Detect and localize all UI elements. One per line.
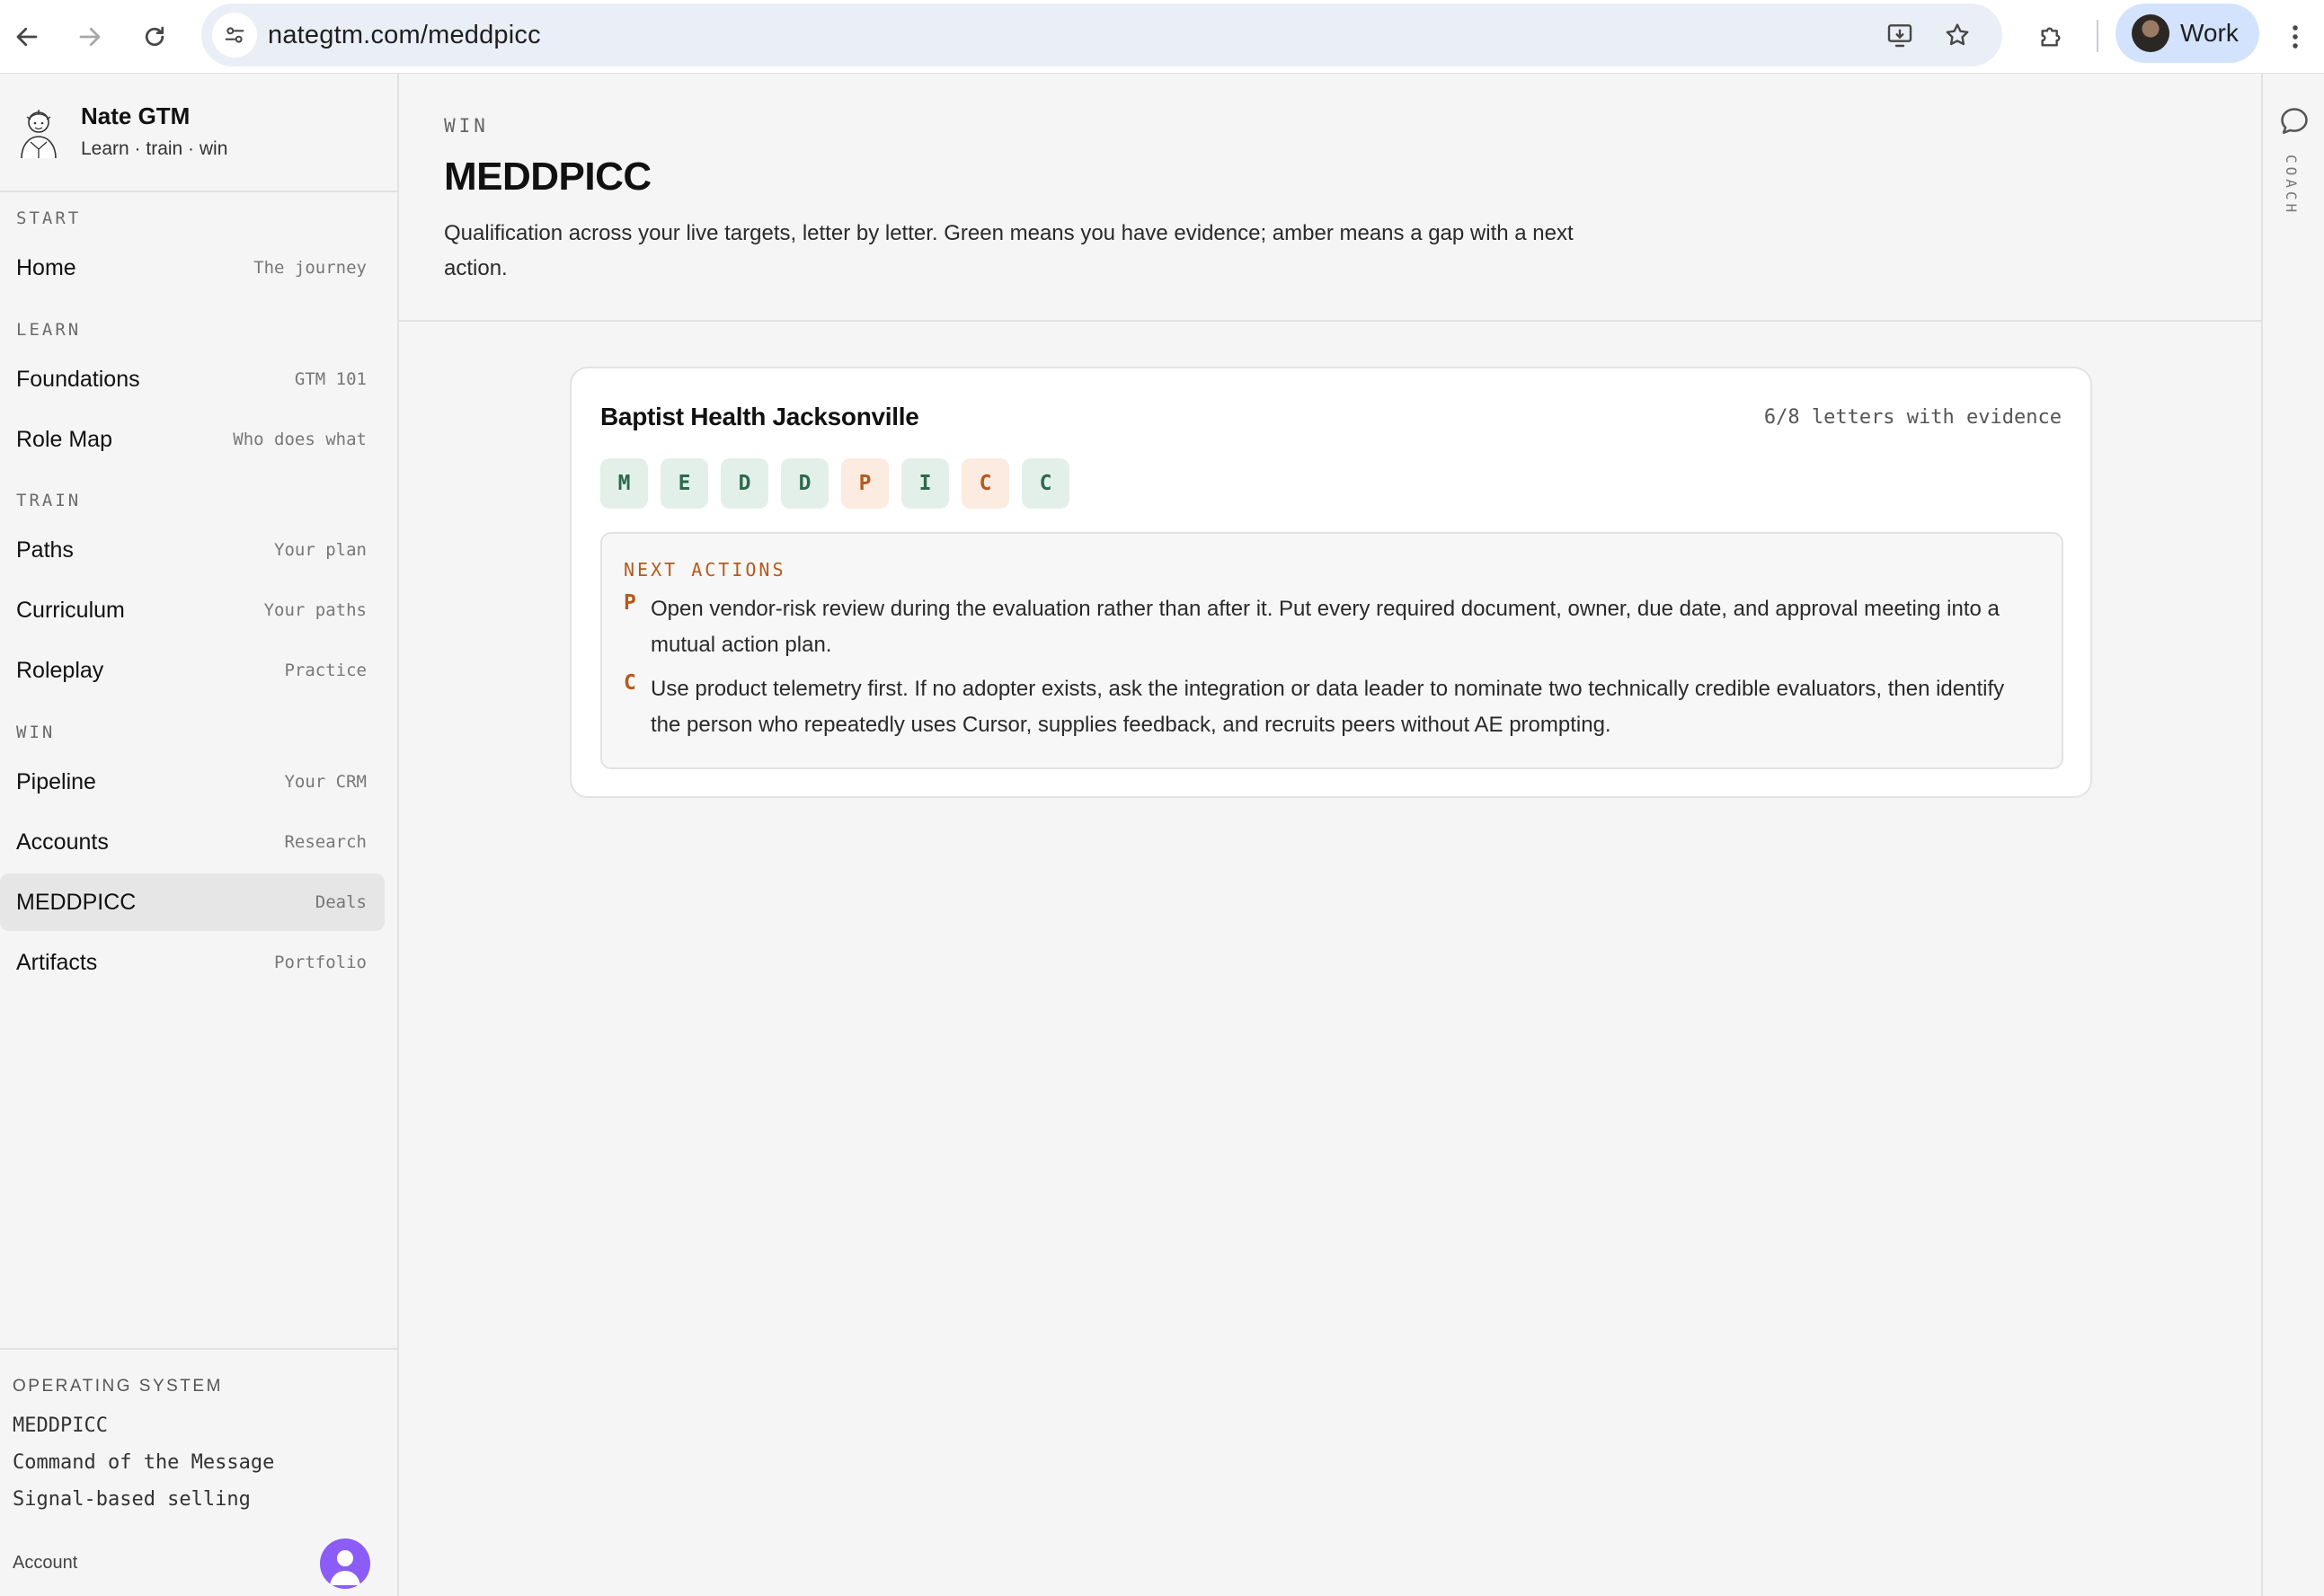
nav-label: MEDDPICC xyxy=(16,890,137,915)
profile-button[interactable]: Work xyxy=(2116,4,2259,63)
operating-system-panel: OPERATING SYSTEM MEDDPICC Command of the… xyxy=(0,1348,397,1596)
profile-label: Work xyxy=(2180,19,2239,47)
address-bar[interactable]: nategtm.com/meddpicc xyxy=(201,4,2002,66)
toolbar-divider xyxy=(2097,20,2098,52)
letter-chip-identify-pain[interactable]: I xyxy=(901,458,949,509)
tune-icon xyxy=(225,27,244,43)
nav-hint: Who does what xyxy=(233,430,367,449)
brand-logo-icon xyxy=(21,110,57,159)
sidebar-item-paths[interactable]: Paths Your plan xyxy=(0,521,385,579)
brand-tagline: Learn · train · win xyxy=(81,138,228,159)
letter-chip-competition[interactable]: C xyxy=(1022,458,1069,509)
arrow-left-icon xyxy=(16,27,38,47)
deal-card: Baptist Health Jacksonville 6/8 letters … xyxy=(570,367,2092,798)
sidebar-item-meddpicc[interactable]: MEDDPICC Deals xyxy=(0,873,385,931)
os-item-meddpicc[interactable]: MEDDPICC xyxy=(13,1414,108,1437)
action-text: Use product telemetry first. If no adopt… xyxy=(651,677,2005,737)
chat-bubble-icon[interactable] xyxy=(2277,104,2311,138)
letter-chip-champion[interactable]: C xyxy=(962,458,1009,509)
next-actions-title: NEXT ACTIONS xyxy=(624,559,786,581)
nav-section-start: START xyxy=(16,208,82,228)
nav-hint: The journey xyxy=(253,258,367,278)
reload-button[interactable] xyxy=(131,13,178,60)
install-app-button[interactable] xyxy=(1878,13,1921,57)
operating-system-title: OPERATING SYSTEM xyxy=(13,1377,223,1396)
reload-icon xyxy=(145,26,164,47)
back-button[interactable] xyxy=(4,13,50,60)
page-title: MEDDPICC xyxy=(444,155,652,199)
next-actions-panel: NEXT ACTIONS P Open vendor-risk review d… xyxy=(600,532,2063,769)
sidebar-item-foundations[interactable]: Foundations GTM 101 xyxy=(0,350,385,408)
user-icon xyxy=(330,1550,360,1585)
extensions-button[interactable] xyxy=(2027,13,2074,60)
sidebar-item-role-map[interactable]: Role Map Who does what xyxy=(0,411,385,468)
meddpicc-letters: M E D D P I C C xyxy=(600,458,1069,509)
main-content: WIN MEDDPICC Qualification across your l… xyxy=(399,74,2261,1596)
nav-hint: Your paths xyxy=(263,600,367,620)
sidebar-item-curriculum[interactable]: Curriculum Your paths xyxy=(0,581,385,639)
star-icon xyxy=(1946,23,1969,46)
sidebar-item-roleplay[interactable]: Roleplay Practice xyxy=(0,642,385,699)
nav-label: Curriculum xyxy=(16,598,125,623)
letter-chip-paper-process[interactable]: P xyxy=(841,458,889,509)
page-description: Qualification across your live targets, … xyxy=(444,221,1574,280)
os-item-command-of-the-message[interactable]: Command of the Message xyxy=(13,1451,274,1474)
nav-hint: Practice xyxy=(284,661,367,680)
page-header: WIN MEDDPICC Qualification across your l… xyxy=(399,74,2261,322)
nav-label: Home xyxy=(16,255,76,280)
site-info-button[interactable] xyxy=(212,13,257,58)
install-icon xyxy=(1887,24,1912,48)
letter-chip-decision-criteria[interactable]: D xyxy=(721,458,768,509)
arrow-right-icon xyxy=(79,27,101,47)
forward-button[interactable] xyxy=(67,13,113,60)
nav-section-train: TRAIN xyxy=(16,491,82,510)
nav-hint: Research xyxy=(284,832,367,852)
nav-label: Paths xyxy=(16,537,74,563)
nav-hint: Portfolio xyxy=(274,953,367,972)
browser-toolbar: nategtm.com/meddpicc Work xyxy=(0,0,2324,74)
brand-header[interactable]: Nate GTM Learn · train · win xyxy=(0,74,397,192)
more-vertical-icon xyxy=(2293,25,2298,49)
sidebar-item-pipeline[interactable]: Pipeline Your CRM xyxy=(0,753,385,811)
page-eyebrow: WIN xyxy=(444,115,489,137)
sidebar: Nate GTM Learn · train · win START Home … xyxy=(0,74,399,1596)
os-item-signal-based-selling[interactable]: Signal-based selling xyxy=(13,1488,251,1511)
nav-label: Artifacts xyxy=(16,950,98,975)
profile-avatar xyxy=(2132,14,2169,52)
nav-hint: Your plan xyxy=(274,540,367,560)
action-text: Open vendor-risk review during the evalu… xyxy=(651,597,2000,657)
evidence-summary: 6/8 letters with evidence xyxy=(1763,406,2062,429)
account-label[interactable]: Account xyxy=(13,1553,77,1574)
nav-label: Foundations xyxy=(16,367,140,392)
brand-name: Nate GTM xyxy=(81,102,191,129)
coach-rail[interactable]: COACH xyxy=(2261,74,2324,1596)
letter-chip-metrics[interactable]: M xyxy=(600,458,648,509)
nav-hint: Your CRM xyxy=(284,772,367,792)
account-avatar[interactable] xyxy=(320,1538,370,1589)
nav-label: Accounts xyxy=(16,829,109,855)
letter-chip-decision-process[interactable]: D xyxy=(781,458,829,509)
coach-label[interactable]: COACH xyxy=(2283,155,2300,216)
action-letter: P xyxy=(624,591,636,615)
sidebar-item-home[interactable]: Home The journey xyxy=(0,239,385,297)
nav-label: Roleplay xyxy=(16,658,104,683)
url-text[interactable]: nategtm.com/meddpicc xyxy=(268,4,541,66)
nav-label: Role Map xyxy=(16,427,112,452)
nav-hint: GTM 101 xyxy=(294,369,367,389)
browser-menu-button[interactable] xyxy=(2277,13,2313,60)
action-letter: C xyxy=(624,671,636,695)
nav-hint: Deals xyxy=(315,892,367,912)
nav-label: Pipeline xyxy=(16,769,96,794)
deal-account-name[interactable]: Baptist Health Jacksonville xyxy=(600,403,919,431)
sidebar-item-accounts[interactable]: Accounts Research xyxy=(0,813,385,871)
sidebar-item-artifacts[interactable]: Artifacts Portfolio xyxy=(0,934,385,991)
nav-section-learn: LEARN xyxy=(16,320,82,340)
letter-chip-economic-buyer[interactable]: E xyxy=(661,458,708,509)
bookmark-button[interactable] xyxy=(1936,13,1979,57)
puzzle-icon xyxy=(2041,27,2061,47)
nav-section-win: WIN xyxy=(16,723,56,742)
